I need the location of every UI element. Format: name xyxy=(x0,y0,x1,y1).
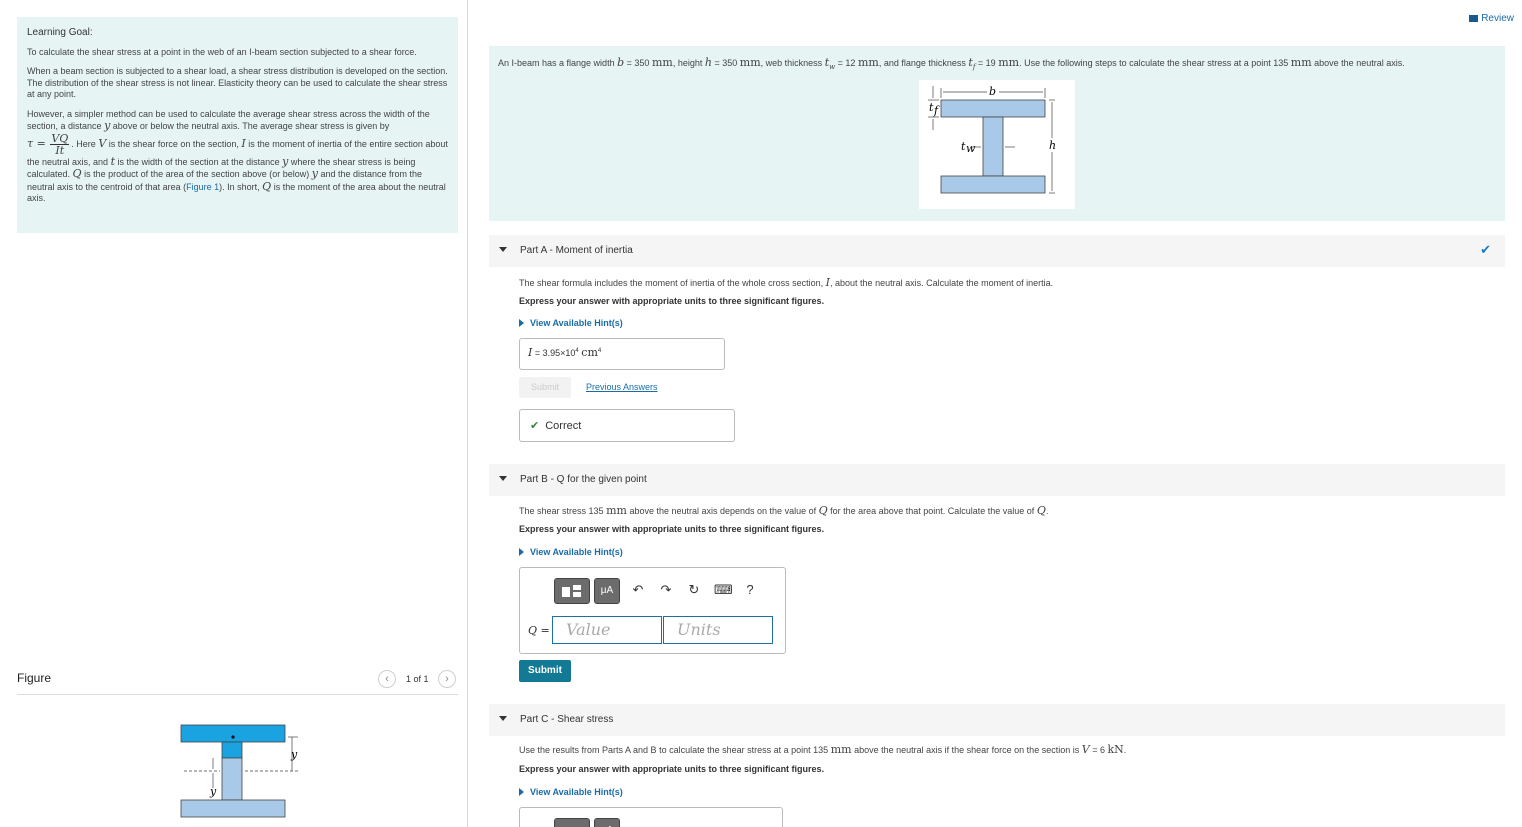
label-ybar: y xyxy=(290,748,298,761)
figure-header: Figure ‹ 1 of 1 › xyxy=(17,668,458,695)
shear-formula: VQ It xyxy=(50,131,70,157)
label-y: y xyxy=(209,785,217,798)
bottom-flange xyxy=(180,799,286,818)
ibeam-diagram: b h t f t w xyxy=(919,80,1075,209)
label-tf-sub: f xyxy=(933,104,940,117)
part-a-header[interactable]: Part A - Moment of inertia ✔ xyxy=(489,235,1505,267)
web-highlight xyxy=(221,741,243,759)
part-a-previous-answers-link[interactable]: Previous Answers xyxy=(586,382,658,392)
figure-prev-button[interactable]: ‹ xyxy=(378,670,396,688)
review-icon xyxy=(1469,14,1479,22)
correct-check-icon: ✔ xyxy=(530,420,540,432)
help-icon[interactable]: ? xyxy=(742,582,758,597)
beam-bottom-flange xyxy=(940,175,1046,194)
part-a-title: Part A - Moment of inertia xyxy=(520,245,633,256)
reset-icon[interactable]: ↻ xyxy=(686,582,702,598)
collapse-triangle-icon xyxy=(499,476,507,481)
part-b-header[interactable]: Part B - Q for the given point xyxy=(489,464,1505,496)
units-input[interactable]: Units xyxy=(663,616,773,644)
problem-panel: An I-beam has a flange width b = 350 mm,… xyxy=(489,46,1505,221)
units-button[interactable]: μA xyxy=(594,578,620,604)
units-button[interactable]: μA xyxy=(594,818,620,827)
redo-icon[interactable]: ↷ xyxy=(658,582,674,598)
top-flange-highlight xyxy=(180,724,286,743)
collapse-triangle-icon xyxy=(499,716,507,721)
part-a-text: The shear formula includes the moment of… xyxy=(519,276,1054,289)
part-b-express: Express your answer with appropriate uni… xyxy=(519,524,825,534)
part-c-answer-editor: μA xyxy=(519,807,783,827)
figure-next-button[interactable]: › xyxy=(438,670,456,688)
learning-goal-p2: When a beam section is subjected to a sh… xyxy=(27,66,448,99)
part-b-hint-link[interactable]: View Available Hint(s) xyxy=(519,547,623,557)
web-lower xyxy=(221,757,243,801)
part-a-answer-box: I = 3.95×104 cm4 xyxy=(519,338,725,370)
part-b-title: Part B - Q for the given point xyxy=(520,474,647,485)
problem-statement: An I-beam has a flange width b = 350 mm,… xyxy=(498,56,1405,71)
templates-button[interactable] xyxy=(554,578,590,604)
keyboard-icon[interactable]: ⌨ xyxy=(714,582,733,598)
part-a-hint-link[interactable]: View Available Hint(s) xyxy=(519,318,623,328)
label-tw-sub: w xyxy=(966,142,976,155)
caret-right-icon xyxy=(519,319,524,327)
templates-icon xyxy=(562,585,581,597)
left-pane: Learning Goal: To calculate the shear st… xyxy=(0,0,468,827)
beam-top-flange xyxy=(940,99,1046,118)
figure-title: Figure xyxy=(17,671,52,685)
part-c-text: Use the results from Parts A and B to ca… xyxy=(519,743,1127,756)
part-a-feedback: ✔ Correct xyxy=(519,409,735,442)
caret-right-icon xyxy=(519,548,524,556)
label-b: b xyxy=(989,85,996,98)
figure-1-diagram: y y xyxy=(180,724,298,818)
part-a-express: Express your answer with appropriate uni… xyxy=(519,296,825,306)
check-icon: ✔ xyxy=(1480,242,1491,257)
part-c-express: Express your answer with appropriate uni… xyxy=(519,764,825,774)
q-label: Q = xyxy=(528,624,550,637)
part-b-submit-button[interactable]: Submit xyxy=(519,660,571,682)
part-b-answer-editor: μA ↶ ↷ ↻ ⌨ ? Q = Value Units xyxy=(519,567,786,654)
part-c-hint-link[interactable]: View Available Hint(s) xyxy=(519,787,623,797)
templates-button[interactable] xyxy=(554,818,590,827)
learning-goal-heading: Learning Goal: xyxy=(27,27,93,38)
part-a-submit-button[interactable]: Submit xyxy=(519,377,571,398)
chevron-left-icon: ‹ xyxy=(385,673,389,685)
learning-goal-p3: However, a simpler method can be used to… xyxy=(27,108,448,204)
part-c-header[interactable]: Part C - Shear stress xyxy=(489,704,1505,736)
learning-goal-panel: Learning Goal: To calculate the shear st… xyxy=(17,17,458,233)
value-input[interactable]: Value xyxy=(552,616,662,644)
part-c-title: Part C - Shear stress xyxy=(520,714,614,725)
figure-count: 1 of 1 xyxy=(406,674,429,684)
review-link[interactable]: Review xyxy=(1469,13,1514,24)
figure-1-link[interactable]: Figure 1 xyxy=(186,182,219,192)
label-h: h xyxy=(1049,139,1056,152)
chevron-right-icon: › xyxy=(445,673,449,685)
beam-web xyxy=(982,116,1004,177)
learning-goal-p1: To calculate the shear stress at a point… xyxy=(27,46,417,57)
editor-toolbar: μA ↶ ↷ ↻ ⌨ ? xyxy=(554,578,784,604)
undo-icon[interactable]: ↶ xyxy=(630,582,646,598)
centroid-dot xyxy=(231,735,235,739)
part-b-text: The shear stress 135 mm above the neutra… xyxy=(519,504,1049,517)
collapse-triangle-icon xyxy=(499,247,507,252)
caret-right-icon xyxy=(519,788,524,796)
